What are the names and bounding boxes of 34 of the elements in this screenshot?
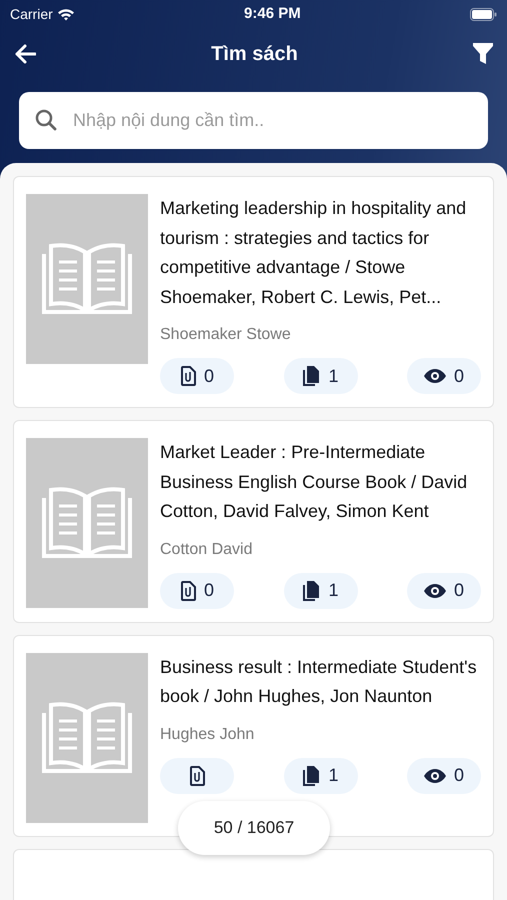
- book-card[interactable]: Marketing leadership in hospitality and tourism : strategies and tactics for competitive advantage / Stowe Shoemaker, Robert C. Lewis, Pet... Shoemaker Stowe 0 1 0: [13, 176, 494, 408]
- count-label: 0: [454, 364, 464, 388]
- wifi-icon: [56, 8, 75, 20]
- book-title: Marketing leadership in hospitality and tourism : strategies and tactics for competitive advantage / Stowe Shoemaker, Robert C. Lewis, Pet...: [160, 197, 468, 308]
- files-icon: [302, 366, 320, 386]
- count-label: 1: [328, 364, 338, 388]
- back-arrow-icon[interactable]: [14, 44, 36, 64]
- filter-icon[interactable]: [472, 43, 493, 65]
- eye-icon: [424, 768, 446, 782]
- book-author: Shoemaker Stowe: [160, 325, 292, 345]
- count-label: 0: [204, 364, 214, 388]
- count-label: 0: [454, 579, 464, 602]
- book-card[interactable]: Market Leader : Pre-Intermediate Business English Course Book / David Cotton, David Falvey, Simon Kent Cotton David 0 1 0: [13, 420, 494, 622]
- count-label: 1: [328, 579, 338, 602]
- attachment-file-icon: [189, 766, 205, 786]
- count-label: 0: [204, 579, 214, 602]
- battery-icon: [470, 8, 497, 20]
- eye-icon: [424, 584, 446, 598]
- search-field[interactable]: Nhập nội dung cần tìm..: [19, 92, 488, 149]
- files-icon: [302, 766, 320, 786]
- book-title: Market Leader : Pre-Intermediate Business English Course Book / David Cotton, David Falvey, Simon Kent: [160, 441, 468, 523]
- carrier-label: Carrier: [10, 4, 53, 24]
- count-label: 0: [454, 764, 464, 787]
- files-icon: [302, 580, 320, 600]
- book-author: Cotton David: [160, 540, 254, 560]
- result-counter: 50 / 16067: [178, 801, 330, 855]
- book-title: Business result : Intermediate Student's book / John Hughes, Jon Naunton: [160, 656, 478, 708]
- attachment-file-icon: [180, 580, 196, 600]
- clock-time: 9:46 PM: [244, 4, 301, 24]
- page-title: Tìm sách: [211, 42, 298, 67]
- count-label: 1: [328, 764, 338, 787]
- book-author: Hughes John: [160, 724, 256, 744]
- eye-icon: [424, 369, 446, 383]
- attachment-file-icon: [180, 366, 196, 386]
